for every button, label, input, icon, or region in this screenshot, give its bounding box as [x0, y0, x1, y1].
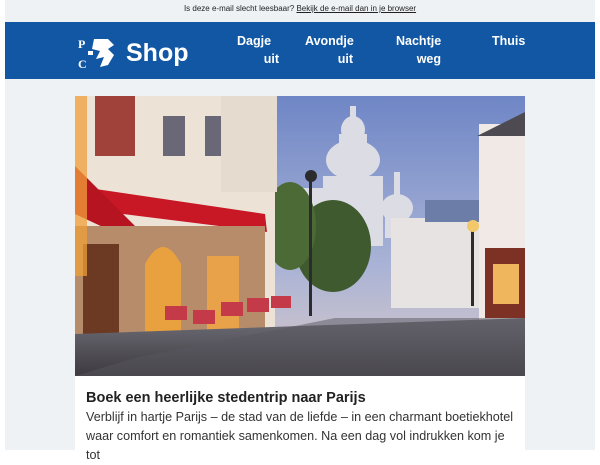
view-in-browser-link[interactable]: Bekijk de e-mail dan in je browser: [296, 4, 416, 13]
nav-avondje-uit[interactable]: Avondje uit: [305, 32, 354, 68]
nav-label-line1: Nachtje: [396, 34, 442, 48]
nav-label-line2: uit: [263, 52, 279, 66]
article-card: Boek een heerlijke stedentrip naar Parij…: [75, 96, 525, 462]
paris-hero-image[interactable]: [75, 96, 525, 376]
email-frame: Is deze e-mail slecht leesbaar? Bekijk d…: [5, 0, 595, 462]
nav-label-line2: weg: [416, 52, 441, 66]
article-headline[interactable]: Boek een heerlijke stedentrip naar Parij…: [86, 390, 366, 406]
nav-thuis[interactable]: Thuis: [492, 32, 526, 50]
preheader-text: Is deze e-mail slecht leesbaar?: [183, 4, 295, 13]
nav-nachtje-weg[interactable]: Nachtje weg: [396, 32, 441, 68]
logo-icon[interactable]: P C: [78, 35, 118, 71]
logo-text[interactable]: Shop: [126, 39, 189, 68]
svg-text:C: C: [78, 57, 87, 71]
email-header: P C Shop Dagje uit Avondje uit Nachtje w…: [5, 22, 595, 79]
svg-text:P: P: [78, 37, 85, 51]
nav-label-line2: uit: [337, 52, 353, 66]
nav-label-line1: Dagje: [237, 34, 272, 48]
nav-dagje-uit[interactable]: Dagje uit: [237, 32, 279, 68]
nav-label-line1: Thuis: [492, 34, 526, 48]
preheader: Is deze e-mail slecht leesbaar? Bekijk d…: [5, 4, 595, 13]
article-body: Verblijf in hartje Parijs – de stad van …: [86, 410, 514, 462]
nav-label-line1: Avondje: [305, 34, 354, 48]
